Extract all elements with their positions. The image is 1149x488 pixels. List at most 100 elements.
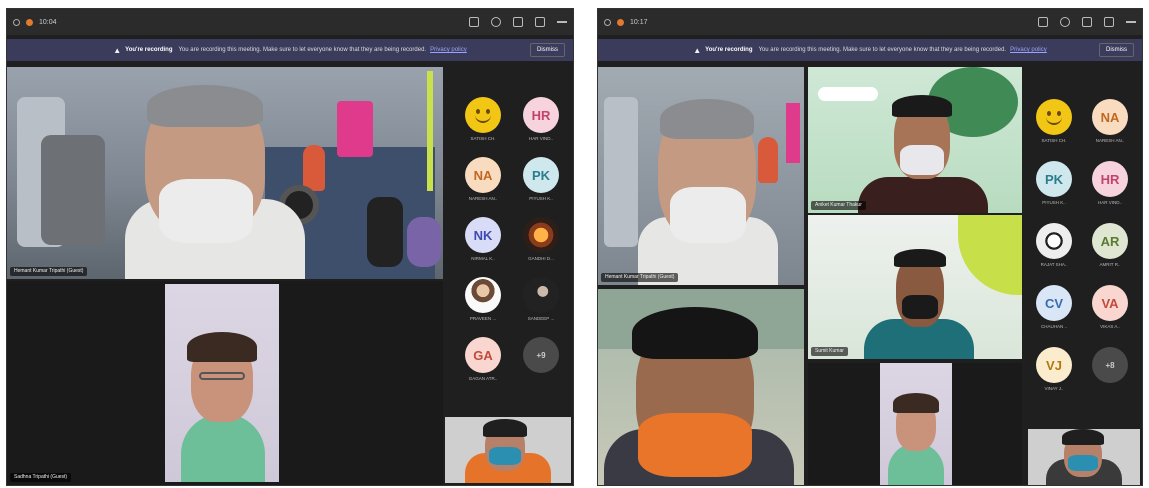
shield-icon	[13, 18, 20, 26]
banner-text: You are recording this meeting. Make sur…	[178, 47, 427, 53]
privacy-policy-link[interactable]: Privacy policy	[1010, 47, 1047, 53]
teams-window-right: 10:17 ▲ You're recording You are recordi…	[597, 8, 1143, 486]
roster-name: PIYUSH K..	[529, 196, 553, 201]
self-view-tile[interactable]	[445, 417, 571, 483]
participants-icon[interactable]	[469, 17, 479, 27]
avatar: GA	[465, 337, 501, 373]
roster-item[interactable]: RAJAT SHA..	[1028, 223, 1080, 267]
banner-text: You are recording this meeting. Make sur…	[758, 47, 1007, 53]
roster-item[interactable]: GANDHI D...	[515, 217, 567, 261]
avatar: HR	[1092, 161, 1128, 197]
roster-item[interactable]: VJ VINAY J..	[1028, 347, 1080, 391]
dismiss-button[interactable]: Dismiss	[530, 43, 565, 57]
shield-icon	[604, 18, 611, 26]
recording-banner: ▲ You're recording You are recording thi…	[598, 39, 1142, 61]
roster-item[interactable]: SANDEEP ...	[515, 277, 567, 321]
more-participants-badge: +9	[523, 337, 559, 373]
roster-overflow[interactable]: +8	[1084, 347, 1136, 383]
roster-name: SATISH CH.	[470, 136, 496, 141]
roster-name: SANDEEP ...	[527, 316, 555, 321]
roster-item[interactable]: PK PIYUSH K..	[515, 157, 567, 201]
meeting-time: 10:17	[630, 18, 648, 26]
roster-name: GANDHI D...	[528, 256, 554, 261]
roster-name: HAR VIND..	[528, 136, 553, 141]
roster-name: NIRMAL K..	[471, 256, 495, 261]
teams-window-left: 10:04 ▲ You're recording You are recordi…	[6, 8, 574, 486]
participant-name: Hemant Kumar Tripathi (Guest)	[601, 273, 679, 282]
share-icon[interactable]	[535, 17, 545, 27]
profile-photo-icon	[523, 277, 559, 313]
participants-icon[interactable]	[1038, 17, 1048, 27]
participant-name: Sumit Kumar	[811, 347, 848, 356]
roster-name: AMRIT R..	[1099, 262, 1121, 267]
video-tile-main[interactable]: Hemant Kumar Tripathi (Guest)	[7, 67, 443, 279]
roster-name: SATISH CH.	[1041, 138, 1067, 143]
warning-icon: ▲	[693, 45, 702, 55]
more-participants-badge: +8	[1092, 347, 1128, 383]
privacy-policy-link[interactable]: Privacy policy	[430, 47, 467, 53]
title-bar: 10:04	[7, 9, 573, 35]
video-tile[interactable]: Hemant Kumar Tripathi (Guest)	[598, 67, 804, 285]
reactions-icon[interactable]	[1082, 17, 1092, 27]
self-view-tile[interactable]	[1028, 429, 1140, 485]
roster-name: VINAY J..	[1044, 386, 1064, 391]
video-tile[interactable]: Aniket Kumar Thakur	[808, 67, 1022, 213]
reactions-icon[interactable]	[513, 17, 523, 27]
avatar: NA	[465, 157, 501, 193]
avatar: HR	[523, 97, 559, 133]
roster-item[interactable]: HR HAR VIND..	[515, 97, 567, 141]
participant-roster: SATISH CH. HR HAR VIND.. NA NARESH AN.. …	[453, 69, 571, 409]
video-tile-secondary[interactable]: Sadhna Tripathi (Guest)	[7, 281, 443, 485]
avatar: VA	[1092, 285, 1128, 321]
banner-title: You're recording	[705, 47, 753, 53]
participant-name: Aniket Kumar Thakur	[811, 201, 866, 210]
chat-icon[interactable]	[1060, 17, 1070, 27]
dismiss-button[interactable]: Dismiss	[1099, 43, 1134, 57]
video-tile[interactable]	[598, 289, 804, 485]
roster-overflow[interactable]: +9	[515, 337, 567, 373]
roster-item[interactable]: PK PIYUSH K..	[1028, 161, 1080, 205]
avatar: PK	[1036, 161, 1072, 197]
roster-name: PIYUSH K..	[1042, 200, 1066, 205]
recording-icon	[26, 18, 33, 26]
roster-item[interactable]: NA NARESH AN..	[457, 157, 509, 201]
roster-item[interactable]: AR AMRIT R..	[1084, 223, 1136, 267]
roster-item[interactable]: HR HAR VIND..	[1084, 161, 1136, 205]
video-tile[interactable]	[808, 363, 1022, 485]
meeting-time: 10:04	[39, 18, 57, 26]
roster-item[interactable]: CV CHAUHAN ..	[1028, 285, 1080, 329]
smiley-avatar-icon	[465, 97, 501, 133]
title-bar: 10:17	[598, 9, 1142, 35]
roster-name: NARESH AN..	[1095, 138, 1125, 143]
roster-name: RAJAT SHA..	[1040, 262, 1068, 267]
roster-name: CHAUHAN ..	[1040, 324, 1067, 329]
chat-icon[interactable]	[491, 17, 501, 27]
roster-item[interactable]: SATISH CH.	[457, 97, 509, 141]
roster-name: GAGAN ATR..	[468, 376, 498, 381]
roster-item[interactable]: GA GAGAN ATR..	[457, 337, 509, 381]
roster-item[interactable]: NA NARESH AN..	[1084, 99, 1136, 143]
roster-item[interactable]: SATISH CH.	[1028, 99, 1080, 143]
roster-item[interactable]: PRAVEEN ...	[457, 277, 509, 321]
profile-photo-icon	[523, 217, 559, 253]
recording-banner: ▲ You're recording You are recording thi…	[7, 39, 573, 61]
avatar: PK	[523, 157, 559, 193]
participant-roster: SATISH CH. NA NARESH AN.. PK PIYUSH K.. …	[1026, 69, 1140, 409]
smiley-avatar-icon	[1036, 99, 1072, 135]
profile-photo-icon	[465, 277, 501, 313]
roster-name: NARESH AN..	[468, 196, 498, 201]
roster-item[interactable]: NK NIRMAL K..	[457, 217, 509, 261]
recording-icon	[617, 18, 624, 26]
video-tile[interactable]: Sumit Kumar	[808, 215, 1022, 359]
roster-name: PRAVEEN ...	[469, 316, 497, 321]
share-icon[interactable]	[1104, 17, 1114, 27]
roster-name: HAR VIND..	[1097, 200, 1122, 205]
avatar: AR	[1092, 223, 1128, 259]
avatar: CV	[1036, 285, 1072, 321]
more-options-icon[interactable]	[1126, 21, 1136, 23]
avatar: NA	[1092, 99, 1128, 135]
roster-item[interactable]: VA VIKAS A..	[1084, 285, 1136, 329]
participant-name: Hemant Kumar Tripathi (Guest)	[10, 267, 88, 276]
more-options-icon[interactable]	[557, 21, 567, 23]
avatar: VJ	[1036, 347, 1072, 383]
